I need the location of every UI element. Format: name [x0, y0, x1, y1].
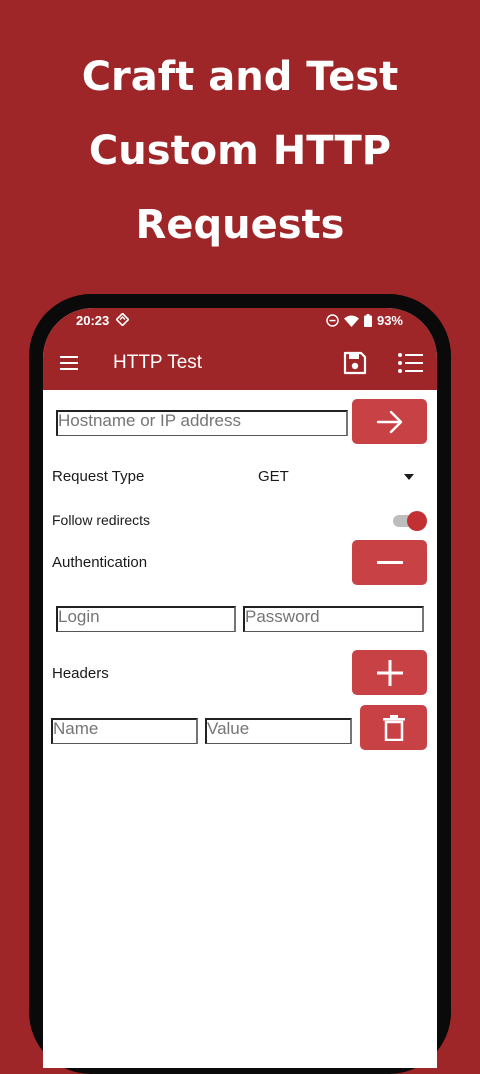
phone-frame: 20:23 93% HTTP Test Hostname or IP addre…	[29, 294, 451, 1074]
status-bar: 20:23 93%	[43, 308, 437, 338]
remove-authentication-button[interactable]	[352, 540, 427, 585]
headers-label: Headers	[52, 665, 109, 682]
toggle-thumb	[407, 511, 427, 531]
promo-line-3: Requests	[135, 202, 345, 248]
send-request-button[interactable]	[352, 399, 427, 444]
app-title: HTTP Test	[113, 352, 203, 373]
battery-percent: 93%	[376, 313, 403, 328]
status-time: 20:23	[76, 313, 110, 328]
save-icon[interactable]	[343, 351, 367, 375]
request-type-select[interactable]: GET	[258, 468, 418, 488]
battery-icon	[363, 314, 372, 327]
wifi-icon	[343, 315, 359, 327]
phone-screen: 20:23 93% HTTP Test Hostname or IP addre…	[43, 308, 437, 1068]
delete-header-button[interactable]	[360, 705, 427, 750]
request-form: Request Type GET Follow redirects Authen…	[43, 390, 437, 1068]
promo-title: Craft and Test Custom HTTP Requests	[0, 40, 480, 262]
trash-icon	[382, 714, 405, 741]
promo-line-1: Craft and Test	[81, 54, 399, 100]
header-name-input[interactable]	[51, 718, 198, 744]
header-value-input[interactable]	[205, 718, 352, 744]
chevron-down-icon	[404, 474, 414, 480]
follow-redirects-toggle[interactable]	[393, 510, 427, 532]
menu-icon[interactable]	[60, 355, 80, 371]
minus-icon	[376, 560, 403, 564]
arrow-right-icon	[376, 410, 402, 433]
status-indicators: 93%	[326, 313, 403, 328]
list-icon[interactable]	[397, 352, 423, 374]
add-header-button[interactable]	[352, 650, 427, 695]
dnd-icon	[326, 314, 339, 327]
hostname-input[interactable]	[56, 410, 348, 436]
follow-redirects-label: Follow redirects	[52, 512, 151, 528]
login-input[interactable]	[56, 606, 236, 632]
app-bar: HTTP Test	[43, 338, 437, 390]
authentication-label: Authentication	[52, 554, 148, 571]
nfc-icon	[115, 312, 130, 329]
promo-line-2: Custom HTTP	[88, 128, 392, 174]
request-type-label: Request Type	[52, 468, 145, 485]
request-type-value: GET	[258, 468, 289, 485]
password-input[interactable]	[243, 606, 424, 632]
plus-icon	[376, 659, 403, 686]
